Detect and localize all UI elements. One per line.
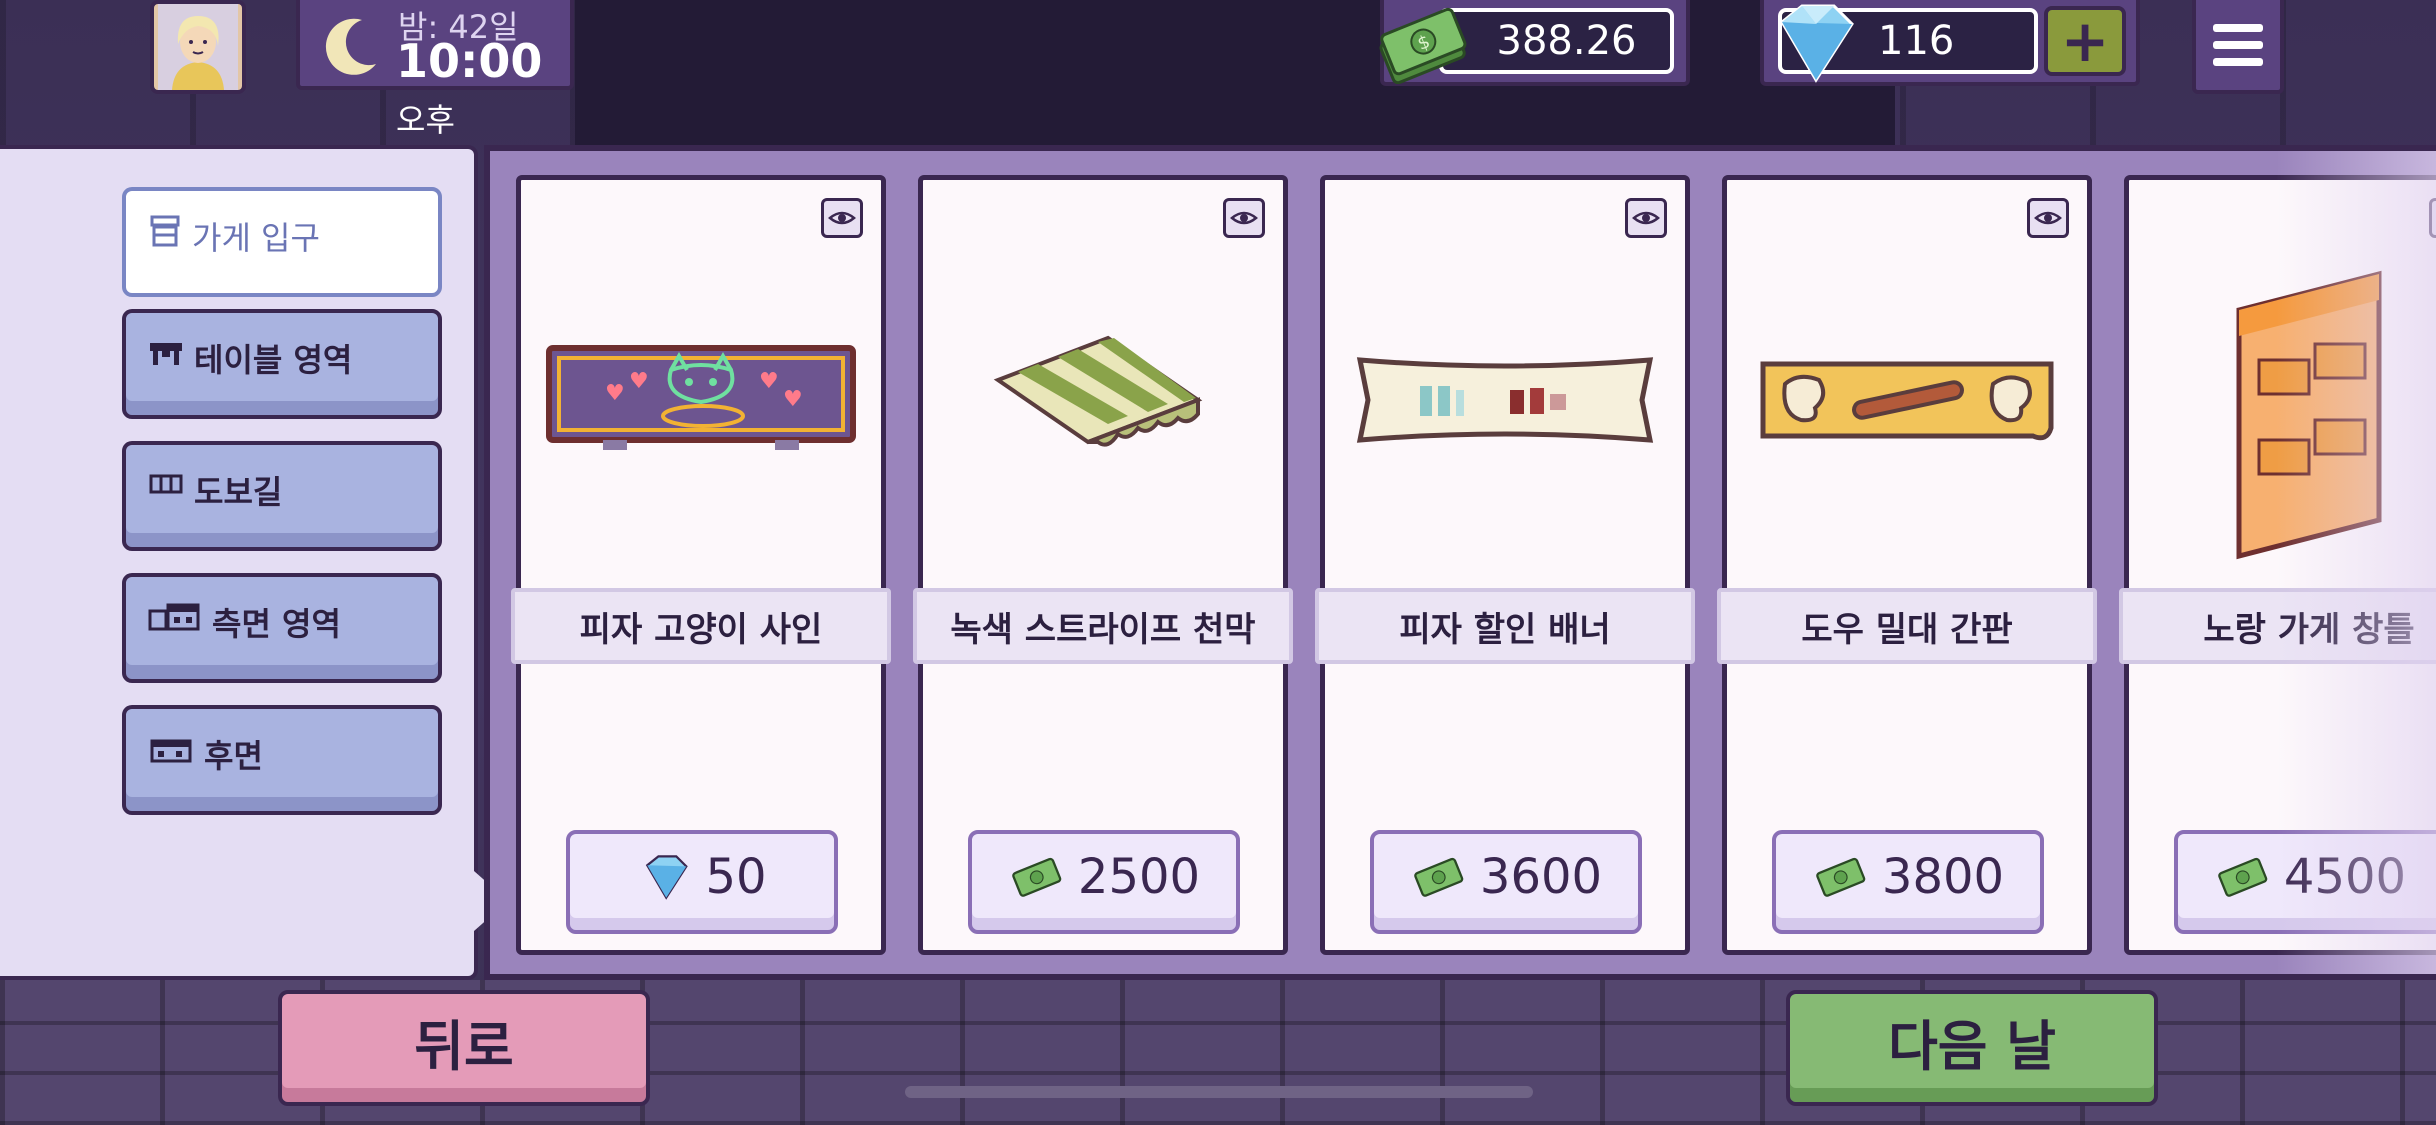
clock-hours: 10:00	[396, 34, 543, 88]
item-name: 피자 할인 배너	[1315, 588, 1695, 664]
menu-button[interactable]	[2192, 0, 2284, 94]
preview-eye-button[interactable]	[2429, 198, 2436, 238]
hamburger-menu-icon-line	[2213, 58, 2263, 66]
neon-cat-sign-image: ♥ ♥ ♥ ♥	[521, 300, 881, 500]
hamburger-menu-icon-line	[2213, 41, 2263, 49]
item-name: 노랑 가게 창틀	[2119, 588, 2436, 664]
cash-icon	[1414, 857, 1464, 897]
category-back-area[interactable]: 후면	[122, 705, 442, 815]
side-building-icon	[148, 599, 202, 633]
buy-button[interactable]: 3800	[1772, 830, 2044, 934]
preview-eye-button[interactable]	[1223, 198, 1265, 238]
money-value: 388.26	[1439, 8, 1674, 74]
striped-awning-image	[923, 300, 1283, 500]
buy-button[interactable]: 3600	[1370, 830, 1642, 934]
clock-ampm: 오후	[396, 101, 455, 139]
preview-eye-button[interactable]	[2027, 198, 2069, 238]
sidewalk-icon	[148, 467, 184, 501]
shop-item-card[interactable]: 노랑 가게 창틀 4500	[2119, 175, 2436, 955]
gem-counter: 116 +	[1760, 0, 2140, 86]
category-label: 가게 입구	[192, 219, 320, 257]
shop-item-card[interactable]: ♥ ♥ ♥ ♥ 피자 고양이 사인 50	[511, 175, 891, 955]
category-side-area[interactable]: 측면 영역	[122, 573, 442, 683]
buy-button[interactable]: 4500	[2174, 830, 2436, 934]
yellow-window-frame-image	[2129, 270, 2436, 560]
eye-icon	[828, 211, 856, 225]
eye-icon	[1632, 211, 1660, 225]
item-price: 3800	[1881, 849, 2005, 905]
category-label: 도보길	[194, 473, 283, 511]
hamburger-menu-icon	[2213, 24, 2263, 32]
item-name: 피자 고양이 사인	[511, 588, 891, 664]
avatar-portrait-icon	[158, 4, 238, 90]
pizza-sale-banner-image	[1325, 300, 1685, 500]
preview-eye-button[interactable]	[821, 198, 863, 238]
add-gems-button[interactable]: +	[2044, 6, 2126, 76]
category-sidewalk[interactable]: 도보길	[122, 441, 442, 551]
category-store-entrance[interactable]: 가게 입구	[122, 187, 442, 297]
item-price: 50	[705, 849, 767, 905]
time-display: 밤: 42일 10:00오후	[296, 0, 574, 139]
next-day-button[interactable]: 다음 날	[1786, 990, 2158, 1106]
moon-icon	[325, 18, 376, 75]
category-table-area[interactable]: 테이블 영역	[122, 309, 442, 419]
shop-item-card[interactable]: 피자 할인 배너 3600	[1315, 175, 1695, 955]
buy-button[interactable]: 2500	[968, 830, 1240, 934]
cash-icon	[2218, 857, 2268, 897]
eye-icon	[2034, 211, 2062, 225]
item-name: 녹색 스트라이프 천막	[913, 588, 1293, 664]
eye-icon	[1230, 211, 1258, 225]
home-indicator[interactable]	[905, 1086, 1533, 1098]
category-sidebar: 가게 입구 테이블 영역 도보길 측면 영역 후면	[0, 145, 508, 980]
shop-item-list[interactable]: ♥ ♥ ♥ ♥ 피자 고양이 사인 50 녹색 스트라이프 천막 2500 피자…	[484, 145, 2436, 980]
buy-button[interactable]: 50	[566, 830, 838, 934]
table-icon	[148, 335, 184, 369]
category-label: 후면	[204, 737, 263, 775]
clock-time: 10:00 오후	[396, 34, 570, 142]
storefront-icon	[148, 213, 182, 247]
svg-text:♥: ♥	[629, 369, 649, 394]
svg-text:♥: ♥	[759, 369, 779, 394]
back-building-icon	[148, 731, 194, 765]
shop-item-card[interactable]: 녹색 스트라이프 천막 2500	[913, 175, 1293, 955]
back-button[interactable]: 뒤로	[278, 990, 650, 1106]
cash-icon	[1816, 857, 1866, 897]
preview-eye-button[interactable]	[1625, 198, 1667, 238]
item-price: 2500	[1077, 849, 1201, 905]
svg-text:♥: ♥	[605, 381, 625, 406]
player-avatar[interactable]	[150, 0, 246, 94]
cash-icon	[1012, 857, 1062, 897]
rolling-pin-sign-image	[1727, 300, 2087, 500]
svg-text:♥: ♥	[783, 387, 803, 412]
money-counter: 388.26 $	[1379, 0, 1690, 86]
diamond-icon	[1780, 4, 1854, 83]
category-label: 측면 영역	[212, 605, 341, 643]
background-window	[575, 0, 1895, 145]
cash-stack-icon: $	[1379, 7, 1467, 84]
diamond-icon	[646, 855, 689, 900]
item-price: 4500	[2283, 849, 2407, 905]
item-price: 3600	[1479, 849, 1603, 905]
category-label: 테이블 영역	[194, 341, 353, 379]
item-name: 도우 밀대 간판	[1717, 588, 2097, 664]
shop-item-card[interactable]: 도우 밀대 간판 3800	[1717, 175, 2097, 955]
